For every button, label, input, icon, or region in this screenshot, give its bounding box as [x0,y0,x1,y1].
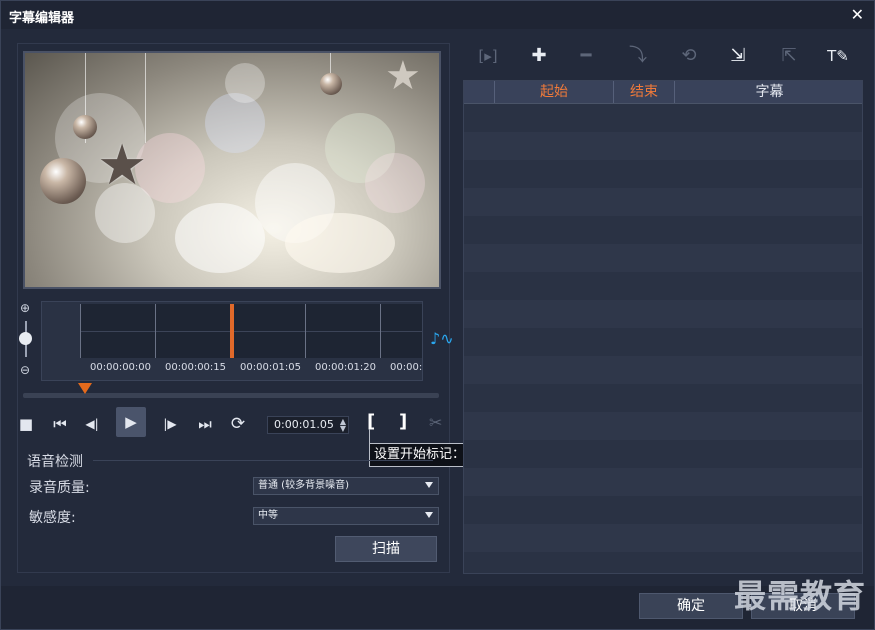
timeline-playhead[interactable] [230,304,234,358]
timecode-field[interactable]: 0:00:01.05 ▲ ▼ [267,416,349,434]
voice-detection-section-label: 语音检测 [27,454,83,470]
table-row[interactable] [464,104,862,132]
table-row[interactable] [464,132,862,160]
table-row[interactable] [464,496,862,524]
open-file-icon[interactable]: ⇲ [725,43,751,69]
ornament-ball [40,158,86,204]
previous-frame-button[interactable]: ◀| [81,413,103,435]
timeline-ruler[interactable]: 00:00:00:00 00:00:00:15 00:00:01:05 00:0… [41,301,423,381]
remove-subtitle-icon[interactable]: ━ [573,43,599,69]
stop-button[interactable]: ■ [15,413,37,435]
play-button[interactable]: ▶ [116,407,146,437]
timeline-tick-label: 00:00:00:00 [90,362,152,373]
export-file-icon[interactable]: ⇱ [776,43,802,69]
column-header-end[interactable]: 结束 [614,81,674,103]
table-row[interactable] [464,440,862,468]
title-bar: 字幕编辑器 ✕ [1,1,874,29]
zoom-slider-knob[interactable] [19,332,32,345]
scan-button[interactable]: 扫描 [335,536,437,562]
repeat-button[interactable]: ⟳ [227,413,249,435]
section-divider [93,460,433,461]
table-row[interactable] [464,412,862,440]
chevron-down-icon [425,482,433,488]
column-header-start[interactable]: 起始 [495,81,613,103]
play-subtitle-icon[interactable]: [▸] [475,43,501,69]
recording-quality-select[interactable]: 普通 (较多背景噪音) [253,477,439,495]
import-subtitle-icon[interactable]: ⤵ [625,43,651,69]
timeline-tick-label: 00:00:0 [390,362,423,373]
table-row[interactable] [464,524,862,552]
ok-button[interactable]: 确定 [639,593,743,619]
subtitle-editor-window: 字幕编辑器 ✕ ★ ★ ⊕ ⊖ 00:00:00:00 00:00:00:15 … [0,0,875,630]
table-row[interactable] [464,468,862,496]
recording-quality-value: 普通 (较多背景噪音) [258,480,349,491]
next-frame-button[interactable]: |▶ [159,413,181,435]
subtitle-table: 起始 结束 字幕 [463,80,863,574]
table-row[interactable] [464,160,862,188]
scissor-icon[interactable]: ✂ [429,413,442,432]
last-frame-button[interactable]: ⏭ [194,413,216,435]
text-options-icon[interactable]: T✎ [825,43,851,69]
table-row[interactable] [464,272,862,300]
ornament-ball [73,115,97,139]
table-row[interactable] [464,300,862,328]
first-frame-button[interactable]: ⏮ [49,413,71,435]
timecode-spinner-icon[interactable]: ▲ ▼ [340,418,346,433]
table-row[interactable] [464,188,862,216]
timeline-tick-label: 00:00:00:15 [165,362,227,373]
table-row[interactable] [464,216,862,244]
video-preview: ★ ★ [23,51,441,289]
zoom-control: ⊕ ⊖ [17,301,35,379]
table-row[interactable] [464,356,862,384]
table-row[interactable] [464,328,862,356]
window-title: 字幕编辑器 [9,11,75,26]
chevron-down-icon [425,512,433,518]
timeline-tick-label: 00:00:01:20 [315,362,377,373]
recording-quality-label: 录音质量: [29,480,90,496]
column-header-subtitle[interactable]: 字幕 [675,81,862,103]
table-row[interactable] [464,244,862,272]
watermark-text: 最需教育 [733,577,866,615]
sensitivity-label: 敏感度: [29,510,76,526]
tooltip-pointer [369,429,378,443]
close-icon[interactable]: ✕ [851,5,864,24]
merge-subtitle-icon[interactable]: ⟲ [676,43,702,69]
scrub-handle[interactable] [77,383,92,394]
timecode-value: 0:00:01.05 [274,418,334,431]
ornament-ball [320,73,342,95]
zoom-in-icon[interactable]: ⊕ [18,301,32,315]
mark-out-button[interactable]: ] [399,411,407,432]
add-subtitle-icon[interactable]: ✚ [526,43,552,69]
sensitivity-select[interactable]: 中等 [253,507,439,525]
audio-waveform-icon[interactable]: ♪∿ [430,329,454,348]
star-ornament: ★ [97,133,148,198]
subtitle-table-header: 起始 结束 字幕 [464,81,862,104]
star-ornament: ★ [385,53,421,99]
zoom-out-icon[interactable]: ⊖ [18,363,32,377]
sensitivity-value: 中等 [258,510,278,521]
timeline-tick-label: 00:00:01:05 [240,362,302,373]
table-row[interactable] [464,384,862,412]
timeline-grid [80,304,422,358]
